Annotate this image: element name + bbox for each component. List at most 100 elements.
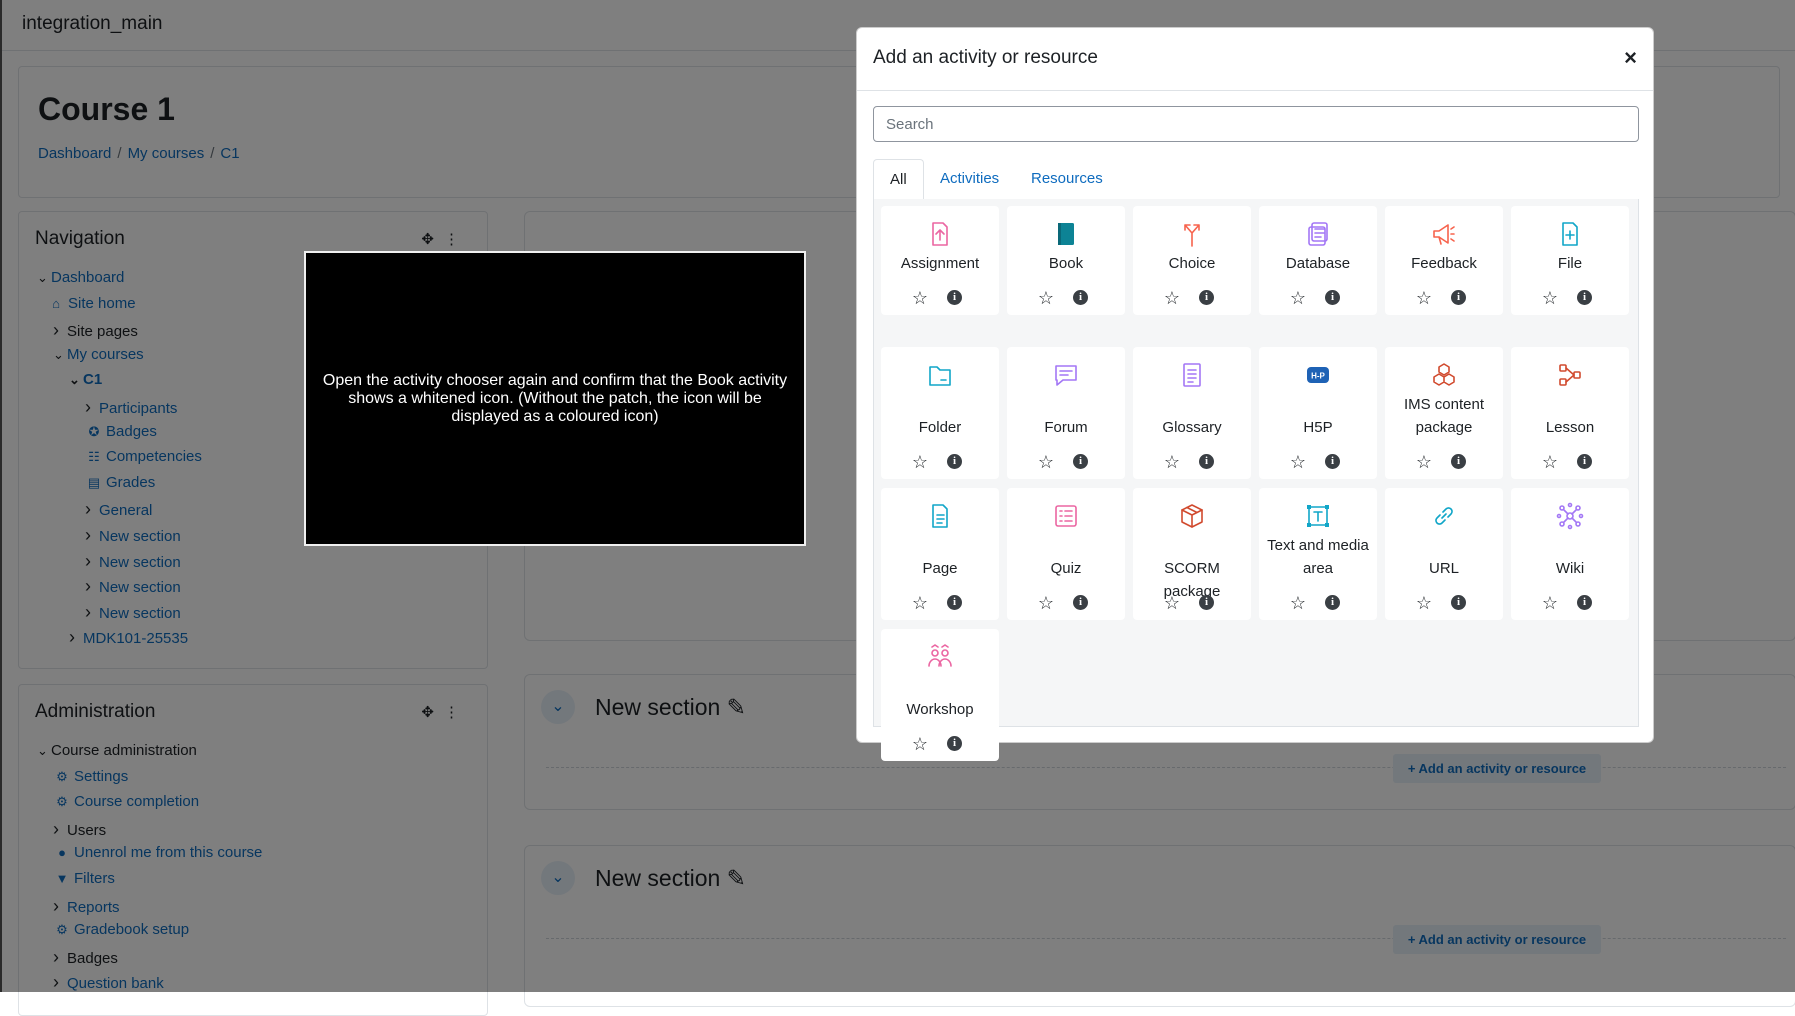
info-icon[interactable]: i [947,595,962,610]
activity-chooser-modal: Add an activity or resource × All Activi… [856,27,1654,761]
assignment-icon [926,220,954,248]
info-icon[interactable]: i [947,454,962,469]
forum-icon [1052,361,1080,389]
info-icon[interactable]: i [1199,454,1214,469]
star-icon[interactable]: ☆ [910,452,930,472]
file-icon [1556,220,1584,248]
star-icon[interactable]: ☆ [1036,288,1056,308]
activity-tile[interactable]: H-P H5P ☆ i [1259,347,1377,479]
activity-label: Lesson [1545,419,1595,436]
activity-tile[interactable]: Feedback ☆ i [1385,206,1503,315]
info-icon[interactable]: i [1325,290,1340,305]
url-icon [1430,502,1458,530]
activity-tile[interactable]: Glossary ☆ i [1133,347,1251,479]
info-icon[interactable]: i [1325,595,1340,610]
activity-label: Database [1285,255,1351,272]
glossary-icon [1178,361,1206,389]
activity-label: Folder [918,419,962,436]
folder-icon [926,361,954,389]
star-icon[interactable]: ☆ [1540,452,1560,472]
info-icon[interactable]: i [1325,454,1340,469]
activity-tile[interactable]: URL ☆ i [1385,488,1503,620]
info-icon[interactable]: i [1451,595,1466,610]
info-icon[interactable]: i [1451,454,1466,469]
star-icon[interactable]: ☆ [1036,452,1056,472]
info-icon[interactable]: i [1451,290,1466,305]
activity-label: URL [1428,560,1459,577]
star-icon[interactable]: ☆ [1162,593,1182,613]
modal-title: Add an activity or resource [873,47,1098,68]
activity-tile[interactable]: Assignment ☆ i [881,206,999,315]
info-icon[interactable]: i [1199,595,1214,610]
star-icon[interactable]: ☆ [1540,288,1560,308]
star-icon[interactable]: ☆ [1414,452,1434,472]
star-icon[interactable]: ☆ [1540,593,1560,613]
choice-icon [1178,220,1206,248]
ims-package-icon [1430,361,1458,389]
activity-label: Workshop [906,701,974,718]
star-icon[interactable]: ☆ [1414,288,1434,308]
h5p-icon: H-P [1304,361,1332,389]
info-icon[interactable]: i [1577,290,1592,305]
activity-label: Glossary [1162,419,1222,436]
info-icon[interactable]: i [1199,290,1214,305]
wiki-icon [1556,502,1584,530]
activity-label: IMS content package [1403,396,1485,436]
info-icon[interactable]: i [1577,454,1592,469]
text-media-icon [1304,502,1332,530]
activity-label: H5P [1303,419,1333,436]
activity-tile[interactable]: Text and media area ☆ i [1259,488,1377,620]
close-icon[interactable]: × [1624,45,1637,71]
chooser-tabs: All Activities Resources [873,159,1639,200]
info-icon[interactable]: i [947,290,962,305]
scorm-icon [1178,502,1206,530]
activity-tile[interactable]: Quiz ☆ i [1007,488,1125,620]
star-icon[interactable]: ☆ [1288,288,1308,308]
lesson-icon [1556,361,1584,389]
info-icon[interactable]: i [947,736,962,751]
info-icon[interactable]: i [1577,595,1592,610]
star-icon[interactable]: ☆ [1162,288,1182,308]
activity-tile[interactable]: Database ☆ i [1259,206,1377,315]
feedback-icon [1430,220,1458,248]
quiz-icon [1052,502,1080,530]
star-icon[interactable]: ☆ [1288,593,1308,613]
activity-label: Text and media area [1267,537,1369,577]
modal-header: Add an activity or resource × [857,28,1653,91]
activity-tile[interactable]: SCORM package ☆ i [1133,488,1251,620]
star-icon[interactable]: ☆ [1162,452,1182,472]
activity-label: Choice [1168,255,1216,272]
info-icon[interactable]: i [1073,595,1088,610]
tab-resources[interactable]: Resources [1015,159,1119,199]
activity-label: Quiz [1050,560,1082,577]
activity-tile[interactable]: IMS content package ☆ i [1385,347,1503,479]
search-input[interactable] [873,106,1639,142]
activity-label: Book [1048,255,1084,272]
star-icon[interactable]: ☆ [1414,593,1434,613]
tab-activities[interactable]: Activities [924,159,1015,199]
activity-label: Assignment [900,255,980,272]
activity-tile[interactable]: Folder ☆ i [881,347,999,479]
star-icon[interactable]: ☆ [910,593,930,613]
activity-tile[interactable]: File ☆ i [1511,206,1629,315]
activity-tile[interactable]: Page ☆ i [881,488,999,620]
activity-tile[interactable]: Lesson ☆ i [1511,347,1629,479]
star-icon[interactable]: ☆ [910,288,930,308]
activity-tile[interactable]: Book ☆ i [1007,206,1125,315]
instruction-text: Open the activity chooser again and conf… [322,371,788,425]
star-icon[interactable]: ☆ [910,734,930,754]
info-icon[interactable]: i [1073,454,1088,469]
activity-label: Page [922,560,958,577]
tab-all[interactable]: All [873,159,924,200]
activity-label: Wiki [1555,560,1585,577]
star-icon[interactable]: ☆ [1288,452,1308,472]
workshop-icon [926,643,954,671]
info-icon[interactable]: i [1073,290,1088,305]
activity-grid: Assignment ☆ i Book ☆ i Choice ☆ i Database ☆ i Feed… [873,199,1639,761]
activity-tile[interactable]: Workshop ☆ i [881,629,999,761]
activity-tile[interactable]: Choice ☆ i [1133,206,1251,315]
activity-tile[interactable]: Wiki ☆ i [1511,488,1629,620]
database-icon [1304,220,1332,248]
activity-tile[interactable]: Forum ☆ i [1007,347,1125,479]
star-icon[interactable]: ☆ [1036,593,1056,613]
